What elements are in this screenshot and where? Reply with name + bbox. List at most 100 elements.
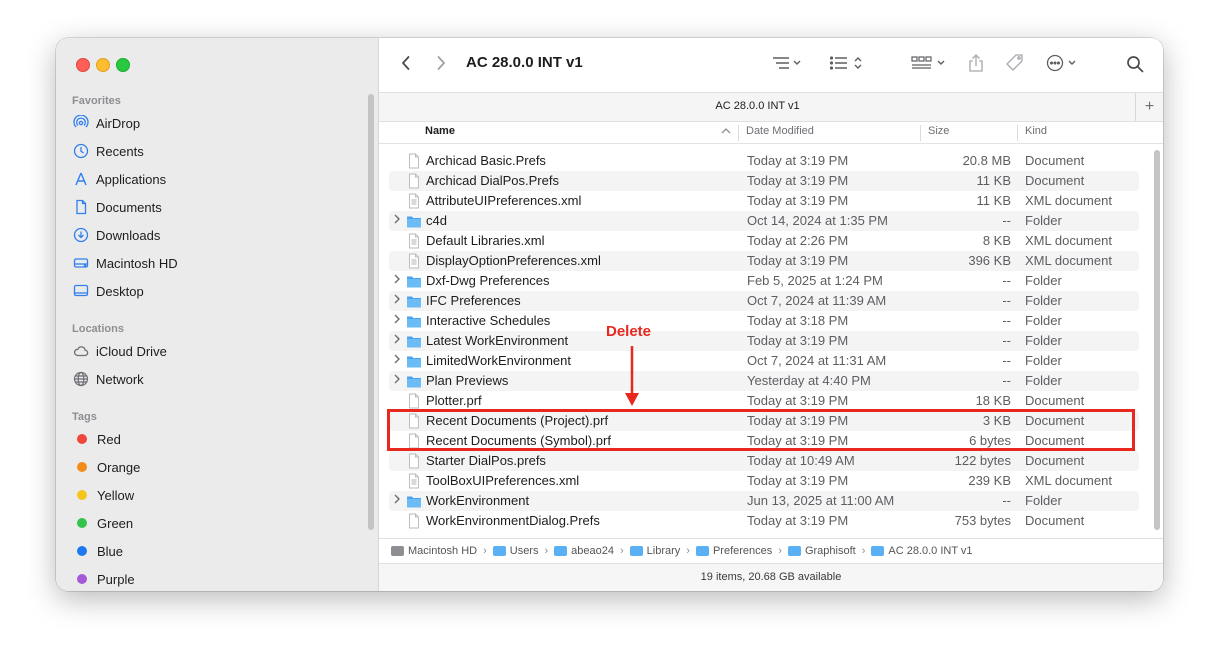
hard-drive-icon bbox=[72, 254, 90, 272]
forward-button[interactable] bbox=[430, 52, 452, 74]
window-title: AC 28.0.0 INT v1 bbox=[466, 54, 583, 71]
xml-document-icon bbox=[406, 233, 422, 249]
file-row[interactable]: DisplayOptionPreferences.xml Today at 3:1… bbox=[389, 251, 1139, 271]
column-header-size[interactable]: Size bbox=[928, 125, 949, 137]
close-window-button[interactable] bbox=[76, 58, 90, 72]
sidebar-tag-green[interactable]: Green bbox=[72, 511, 362, 535]
globe-icon bbox=[72, 370, 90, 388]
column-separator[interactable] bbox=[920, 125, 921, 141]
zoom-window-button[interactable] bbox=[116, 58, 130, 72]
sidebar-item-applications[interactable]: Applications bbox=[72, 167, 362, 191]
minimize-window-button[interactable] bbox=[96, 58, 110, 72]
sidebar-tag-red[interactable]: Red bbox=[72, 427, 362, 451]
sidebar-tag-blue[interactable]: Blue bbox=[72, 539, 362, 563]
view-options-button[interactable] bbox=[763, 52, 809, 74]
file-row[interactable]: Latest WorkEnvironment Today at 3:19 PM --… bbox=[389, 331, 1139, 351]
cloud-icon bbox=[72, 342, 90, 360]
column-header-kind[interactable]: Kind bbox=[1025, 125, 1047, 137]
file-list-scrollbar[interactable] bbox=[1154, 150, 1160, 530]
tab-current[interactable]: AC 28.0.0 INT v1 bbox=[379, 100, 1136, 112]
sidebar-tag-label: Orange bbox=[97, 459, 141, 475]
sidebar-item-recents[interactable]: Recents bbox=[72, 139, 362, 163]
sidebar-item-desktop[interactable]: Desktop bbox=[72, 279, 362, 303]
file-row[interactable]: Archicad DialPos.Prefs Today at 3:19 PM 11… bbox=[389, 171, 1139, 191]
path-crumb-label: Macintosh HD bbox=[408, 544, 478, 557]
sidebar-item-airdrop[interactable]: AirDrop bbox=[72, 111, 362, 135]
file-row[interactable]: ToolBoxUIPreferences.xml Today at 3:19 PM… bbox=[389, 471, 1139, 491]
file-row[interactable]: AttributeUIPreferences.xml Today at 3:19 … bbox=[389, 191, 1139, 211]
sidebar-item-network[interactable]: Network bbox=[72, 367, 362, 391]
file-row[interactable]: Plotter.prf Today at 3:19 PM 18 KB Document bbox=[389, 391, 1139, 411]
back-button[interactable] bbox=[395, 52, 417, 74]
file-size: -- bbox=[1002, 493, 1011, 508]
sidebar-item-downloads[interactable]: Downloads bbox=[72, 223, 362, 247]
column-header-name[interactable]: Name bbox=[425, 125, 455, 137]
path-crumb[interactable]: Macintosh HD bbox=[391, 545, 477, 557]
file-date-modified: Today at 2:26 PM bbox=[747, 233, 849, 248]
disclosure-chevron-icon[interactable] bbox=[393, 313, 403, 329]
sidebar-item-label: Downloads bbox=[96, 227, 161, 243]
path-crumb[interactable]: AC 28.0.0 INT v1 bbox=[871, 545, 973, 557]
new-tab-button[interactable]: + bbox=[1135, 93, 1163, 121]
path-crumb[interactable]: Users bbox=[492, 545, 538, 557]
file-row[interactable]: Dxf-Dwg Preferences Feb 5, 2025 at 1:24 P… bbox=[389, 271, 1139, 291]
sidebar-tag-purple[interactable]: Purple bbox=[72, 567, 362, 591]
file-row[interactable]: IFC Preferences Oct 7, 2024 at 11:39 AM --… bbox=[389, 291, 1139, 311]
file-kind: Document bbox=[1025, 173, 1085, 188]
file-row[interactable]: LimitedWorkEnvironment Oct 7, 2024 at 11:… bbox=[389, 351, 1139, 371]
list-outline-icon bbox=[773, 57, 801, 69]
column-header-date[interactable]: Date Modified bbox=[746, 125, 814, 137]
file-kind: Folder bbox=[1025, 273, 1062, 288]
file-row[interactable]: Starter DialPos.prefs Today at 10:49 AM 12… bbox=[389, 451, 1139, 471]
more-actions-button[interactable] bbox=[1043, 52, 1083, 74]
sidebar-tag-orange[interactable]: Orange bbox=[72, 455, 362, 479]
sidebar-item-documents[interactable]: Documents bbox=[72, 195, 362, 219]
file-date-modified: Oct 14, 2024 at 1:35 PM bbox=[747, 213, 888, 228]
tags-button[interactable] bbox=[1003, 51, 1027, 75]
sidebar-item-label: Recents bbox=[96, 143, 144, 159]
disclosure-chevron-icon[interactable] bbox=[393, 273, 403, 289]
annotation-label: Delete bbox=[606, 323, 652, 340]
document-icon bbox=[406, 453, 422, 469]
file-name: Archicad Basic.Prefs bbox=[426, 153, 546, 168]
disclosure-chevron-icon[interactable] bbox=[393, 493, 403, 509]
share-button[interactable] bbox=[965, 51, 987, 75]
chevron-left-icon bbox=[402, 56, 410, 70]
document-icon bbox=[406, 393, 422, 409]
file-size: 396 KB bbox=[968, 253, 1011, 268]
disclosure-chevron-icon[interactable] bbox=[393, 293, 403, 309]
file-row[interactable]: Default Libraries.xml Today at 2:26 PM 8 K… bbox=[389, 231, 1139, 251]
path-crumb[interactable]: Library bbox=[629, 545, 680, 557]
file-row[interactable]: Interactive Schedules Today at 3:18 PM -- F… bbox=[389, 311, 1139, 331]
group-by-button[interactable] bbox=[909, 52, 949, 74]
file-row[interactable]: Archicad Basic.Prefs Today at 3:19 PM 20.8… bbox=[389, 151, 1139, 171]
xml-document-icon bbox=[406, 253, 422, 269]
file-name: c4d bbox=[426, 213, 447, 228]
file-kind: Folder bbox=[1025, 313, 1062, 328]
sidebar-section-favorites: Favorites bbox=[72, 95, 121, 107]
file-row[interactable]: c4d Oct 14, 2024 at 1:35 PM -- Folder bbox=[389, 211, 1139, 231]
sidebar-item-icloud-drive[interactable]: iCloud Drive bbox=[72, 339, 362, 363]
sidebar-item-macintosh-hd[interactable]: Macintosh HD bbox=[72, 251, 362, 275]
disclosure-chevron-icon[interactable] bbox=[393, 353, 403, 369]
disclosure-chevron-icon[interactable] bbox=[393, 373, 403, 389]
file-kind: Folder bbox=[1025, 493, 1062, 508]
file-row[interactable]: WorkEnvironmentDialog.Prefs Today at 3:19… bbox=[389, 511, 1139, 531]
tag-color-dot bbox=[77, 518, 87, 528]
file-size: 239 KB bbox=[968, 473, 1011, 488]
file-row[interactable]: WorkEnvironment Jun 13, 2025 at 11:00 AM -… bbox=[389, 491, 1139, 511]
file-row[interactable]: Plan Previews Yesterday at 4:40 PM -- Folde… bbox=[389, 371, 1139, 391]
column-separator[interactable] bbox=[1017, 125, 1018, 141]
file-kind: Folder bbox=[1025, 213, 1062, 228]
path-crumb[interactable]: Preferences bbox=[695, 545, 772, 557]
file-date-modified: Today at 10:49 AM bbox=[747, 453, 855, 468]
disclosure-chevron-icon[interactable] bbox=[393, 213, 403, 229]
column-separator[interactable] bbox=[738, 125, 739, 141]
path-crumb[interactable]: Graphisoft bbox=[787, 545, 856, 557]
sidebar-scrollbar[interactable] bbox=[368, 94, 374, 530]
sidebar-tag-yellow[interactable]: Yellow bbox=[72, 483, 362, 507]
path-crumb[interactable]: abeao24 bbox=[554, 545, 614, 557]
search-button[interactable] bbox=[1123, 52, 1147, 76]
group-view-button[interactable] bbox=[823, 52, 869, 74]
disclosure-chevron-icon[interactable] bbox=[393, 333, 403, 349]
